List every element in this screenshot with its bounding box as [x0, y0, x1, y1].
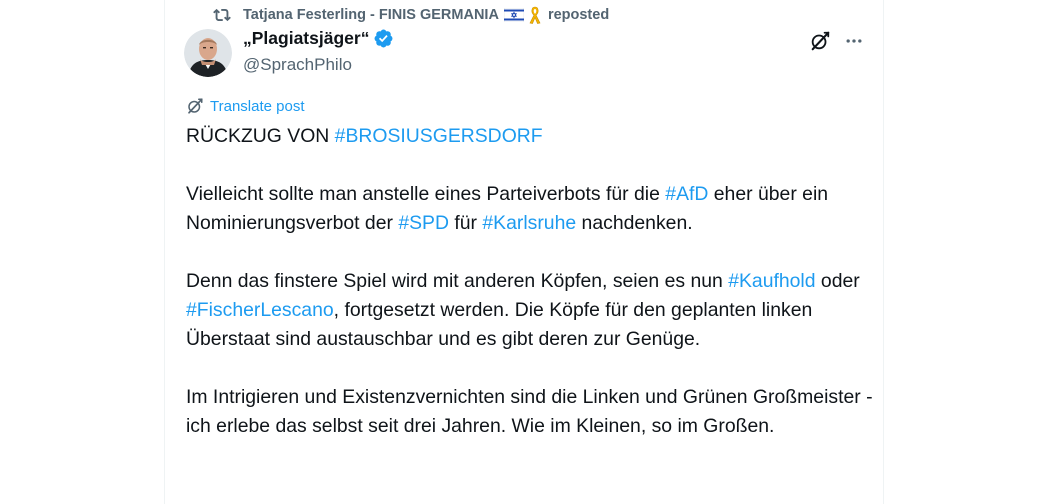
- post-text-segment: Im Intrigieren und Existenzvernichten si…: [186, 386, 873, 437]
- author-handle[interactable]: @SprachPhilo: [243, 55, 352, 75]
- post-paragraph-3: Denn das finstere Spiel wird mit anderen…: [186, 267, 876, 354]
- hashtag-link[interactable]: #Karlsruhe: [482, 212, 576, 234]
- repost-user-name[interactable]: Tatjana Festerling - FINIS GERMANIA: [243, 7, 499, 23]
- israel-flag-icon: [503, 7, 525, 23]
- post-text-segment: oder: [815, 270, 860, 292]
- post-text-segment: RÜCKZUG VON: [186, 125, 335, 147]
- more-options-button[interactable]: [842, 29, 866, 53]
- author-name-row[interactable]: „Plagiatsjäger“: [243, 28, 394, 49]
- post-text-segment: Vielleicht sollte man anstelle eines Par…: [186, 183, 666, 205]
- yellow-ribbon-icon: [528, 5, 542, 25]
- post-paragraph-1: RÜCKZUG VON #BROSIUSGERSDORF: [186, 122, 876, 151]
- repost-context[interactable]: Tatjana Festerling - FINIS GERMANIA repo…: [213, 4, 609, 26]
- hashtag-link[interactable]: #Kaufhold: [728, 270, 815, 292]
- post-text: RÜCKZUG VON #BROSIUSGERSDORF Vielleicht …: [186, 122, 876, 470]
- more-options-icon: [844, 31, 864, 51]
- hashtag-link[interactable]: #FischerLescano: [186, 299, 334, 321]
- hashtag-link[interactable]: #BROSIUSGERSDORF: [335, 125, 543, 147]
- grok-button[interactable]: [808, 29, 832, 53]
- timeline-column: Tatjana Festerling - FINIS GERMANIA repo…: [164, 0, 884, 504]
- repost-icon: [213, 6, 231, 24]
- post-text-segment: für: [448, 212, 483, 234]
- author-display-name[interactable]: „Plagiatsjäger“: [243, 28, 369, 49]
- translate-post-link[interactable]: Translate post: [186, 97, 305, 115]
- verified-badge-icon[interactable]: [373, 28, 394, 49]
- post-paragraph-2: Vielleicht sollte man anstelle eines Par…: [186, 180, 876, 238]
- repost-suffix: reposted: [547, 7, 610, 23]
- post-text-segment: nachdenken.: [576, 212, 693, 234]
- post-paragraph-4: Im Intrigieren und Existenzvernichten si…: [186, 383, 876, 441]
- hashtag-link[interactable]: #AfD: [665, 183, 708, 205]
- post-text-segment: Denn das finstere Spiel wird mit anderen…: [186, 270, 729, 292]
- translate-post-label[interactable]: Translate post: [210, 98, 305, 115]
- grok-icon: [809, 30, 831, 52]
- avatar[interactable]: [184, 29, 232, 77]
- hashtag-link[interactable]: #SPD: [398, 212, 449, 234]
- translate-icon: [186, 97, 204, 115]
